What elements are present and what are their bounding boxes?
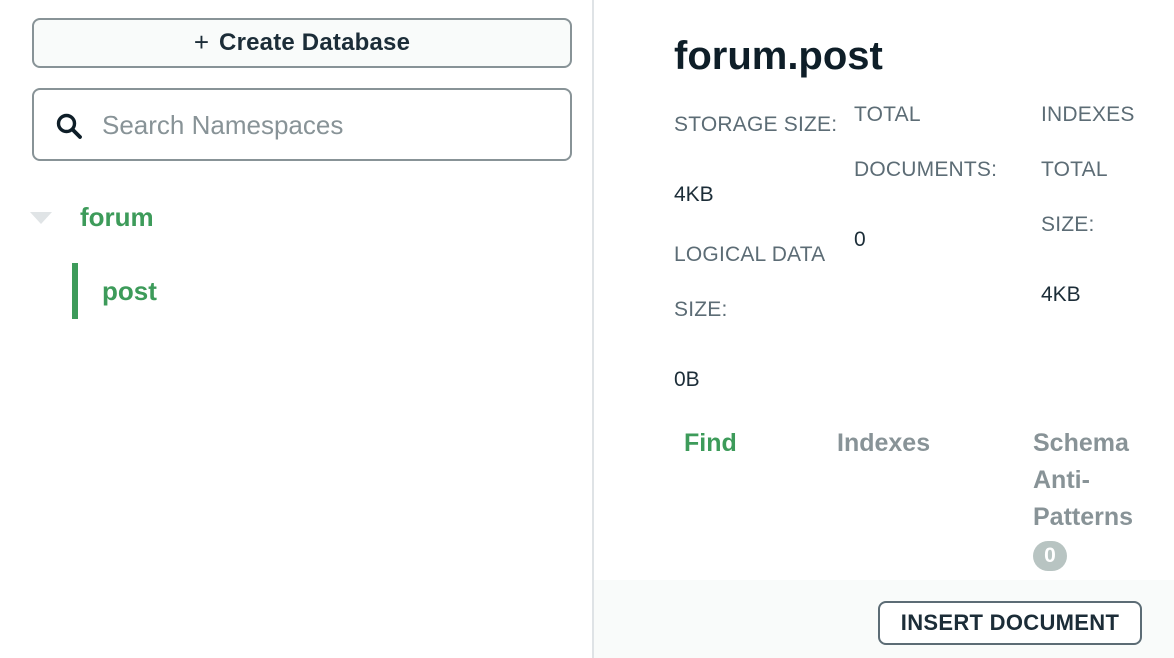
page-title: forum.post [674, 34, 883, 78]
documents-toolbar: INSERT DOCUMENT [594, 580, 1174, 658]
database-name: forum [80, 201, 154, 232]
tab-schema-line-2: Anti- [1033, 466, 1090, 494]
tab-indexes[interactable]: Indexes [837, 425, 930, 462]
sidebar-item-forum[interactable]: forum [30, 197, 154, 237]
tab-schema-line-1: Schema [1033, 429, 1129, 457]
selected-indicator [72, 263, 78, 319]
app-window: + Create Database forum post forum.post … [0, 0, 1174, 658]
tab-find[interactable]: Find [684, 425, 737, 462]
plus-icon: + [193, 26, 210, 57]
indexes-label-2: TOTAL [1041, 158, 1108, 181]
collection-name: post [102, 275, 157, 306]
total-docs-label-2: DOCUMENTS: [854, 158, 998, 181]
anti-patterns-count-badge: 0 [1033, 541, 1067, 571]
total-docs-label-1: TOTAL [854, 103, 921, 126]
storage-size-value: 4KB [674, 183, 714, 206]
create-database-button[interactable]: + Create Database [32, 18, 572, 68]
caret-down-icon[interactable] [30, 212, 52, 224]
logical-size-value: 0B [674, 368, 700, 391]
create-database-label: Create Database [219, 29, 411, 56]
collection-panel: forum.post STORAGE SIZE: 4KB LOGICAL DAT… [594, 0, 1174, 658]
storage-size-label: STORAGE SIZE: [674, 113, 838, 136]
logical-size-label-1: LOGICAL DATA [674, 243, 826, 266]
logical-size-label-2: SIZE: [674, 298, 728, 321]
indexes-label-3: SIZE: [1041, 213, 1095, 236]
search-icon [56, 113, 82, 139]
sidebar: + Create Database forum post [0, 0, 594, 658]
tab-schema-line-3: Patterns [1033, 503, 1134, 531]
search-namespaces-box [32, 88, 572, 161]
indexes-value: 4KB [1041, 283, 1081, 306]
total-docs-value: 0 [854, 228, 866, 251]
sidebar-item-post[interactable]: post [72, 263, 157, 319]
insert-document-button[interactable]: INSERT DOCUMENT [878, 601, 1142, 645]
tab-schema-anti-patterns[interactable]: Schema Anti- Patterns 0 [1033, 425, 1133, 573]
search-namespaces-input[interactable] [100, 104, 554, 146]
indexes-label-1: INDEXES [1041, 103, 1135, 126]
